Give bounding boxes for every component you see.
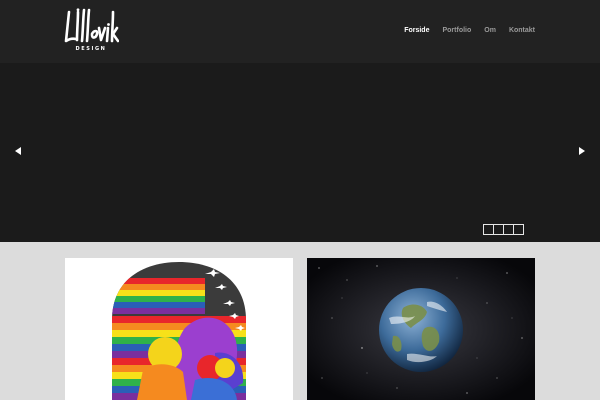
- nav-item-om[interactable]: Om: [484, 27, 496, 34]
- rainbow-couple-artwork: [112, 262, 246, 400]
- earth-in-space-artwork: [307, 258, 535, 400]
- slider-prev-arrow-icon[interactable]: [14, 146, 22, 156]
- main-nav: Forside Portfolio Om Kontakt: [404, 27, 535, 34]
- portfolio-thumb-rainbow-couple[interactable]: [65, 258, 293, 400]
- hero-slider: [0, 63, 600, 242]
- nav-item-portfolio[interactable]: Portfolio: [442, 27, 471, 34]
- nav-item-kontakt[interactable]: Kontakt: [509, 27, 535, 34]
- logo-wordmark: [64, 8, 119, 43]
- slider-dot-4[interactable]: [513, 224, 524, 235]
- slider-pagination: [483, 224, 524, 235]
- nav-item-forside[interactable]: Forside: [404, 27, 429, 34]
- slider-next-arrow-icon[interactable]: [578, 146, 586, 156]
- logo-subtitle: DESIGN: [75, 46, 107, 52]
- site-logo[interactable]: DESIGN: [63, 8, 119, 56]
- site-header: DESIGN Forside Portfolio Om Kontakt: [0, 0, 600, 63]
- portfolio-thumb-earth[interactable]: [307, 258, 535, 400]
